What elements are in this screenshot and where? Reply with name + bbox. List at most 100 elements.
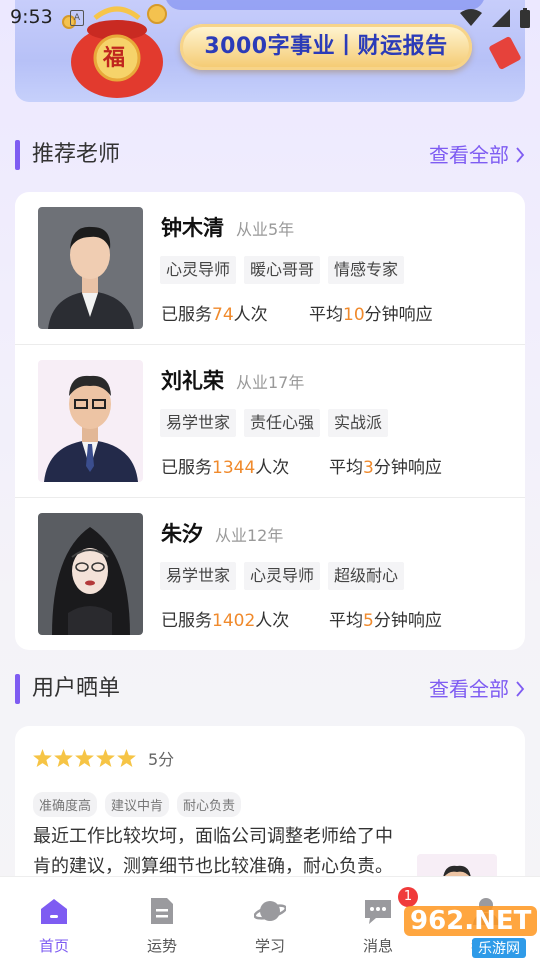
- view-all-label: 查看全部: [429, 677, 509, 701]
- teacher-row[interactable]: 朱汐 从业12年 易学世家 心灵导师 超级耐心 已服务1402人次 平均5分钟响应: [15, 498, 525, 651]
- review-tag: 耐心负责: [177, 792, 242, 817]
- resp-prefix: 平均: [329, 611, 363, 631]
- served-prefix: 已服务: [161, 458, 212, 478]
- nav-item-fortune[interactable]: 运势: [108, 877, 216, 961]
- teacher-stats: 已服务74人次 平均10分钟响应: [161, 300, 433, 325]
- served-stat: 已服务1344人次: [161, 453, 329, 478]
- status-time: 9:53: [10, 6, 53, 28]
- view-all-label: 查看全部: [429, 143, 509, 167]
- teacher-row[interactable]: 刘礼荣 从业17年 易学世家 责任心强 实战派 已服务1344人次 平均3分钟响应: [15, 345, 525, 498]
- teacher-name-text: 钟木清: [161, 216, 224, 240]
- battery-icon: [520, 8, 530, 28]
- teacher-tag: 责任心强: [244, 409, 321, 437]
- teacher-tag: 暖心哥哥: [244, 256, 321, 284]
- response-stat: 平均10分钟响应: [309, 300, 433, 325]
- section-accent-bar: [15, 674, 20, 704]
- teacher-years: 从业12年: [215, 526, 284, 545]
- teacher-name: 刘礼荣 从业17年: [161, 365, 304, 395]
- section-accent-bar: [15, 140, 20, 170]
- teacher-tag: 超级耐心: [328, 562, 405, 590]
- teacher-tag: 易学世家: [160, 562, 237, 590]
- nav-label: 学习: [254, 937, 285, 955]
- teacher-avatar: [38, 513, 143, 635]
- resp-value: 10: [343, 305, 365, 325]
- teacher-tag: 心灵导师: [244, 562, 321, 590]
- status-bar: 9:53 A: [0, 0, 540, 36]
- teacher-name-text: 刘礼荣: [161, 369, 224, 393]
- served-count: 74: [212, 305, 234, 325]
- chat-icon: [365, 900, 391, 924]
- resp-suffix: 分钟响应: [373, 458, 442, 478]
- served-suffix: 人次: [255, 458, 290, 478]
- signal-icon: [492, 9, 510, 27]
- teacher-tags: 心灵导师 暖心哥哥 情感专家: [160, 256, 405, 284]
- watermark-brand: 962.NET: [404, 906, 538, 936]
- resp-suffix: 分钟响应: [373, 611, 442, 631]
- response-stat: 平均5分钟响应: [329, 606, 442, 631]
- document-icon: [151, 898, 173, 924]
- teacher-name-text: 朱汐: [161, 522, 203, 546]
- chevron-right-icon: [516, 147, 525, 163]
- served-prefix: 已服务: [161, 611, 212, 631]
- star-icon: [96, 749, 115, 767]
- served-stat: 已服务1402人次: [161, 606, 329, 631]
- rating-stars: 5分: [33, 746, 174, 770]
- teachers-section-header: 推荐老师 查看全部: [15, 138, 525, 172]
- teacher-tags: 易学世家 心灵导师 超级耐心: [160, 562, 405, 590]
- teacher-avatar: [38, 207, 143, 329]
- reviews-section-title: 用户晒单: [32, 676, 121, 701]
- served-stat: 已服务74人次: [161, 300, 309, 325]
- red-envelope-icon: [488, 35, 522, 71]
- review-tag: 建议中肯: [105, 792, 170, 817]
- teacher-avatar: [38, 360, 143, 482]
- star-icon: [54, 749, 73, 767]
- status-icons: [460, 8, 530, 28]
- teacher-row[interactable]: 钟木清 从业5年 心灵导师 暖心哥哥 情感专家 已服务74人次 平均10分钟响应: [15, 192, 525, 345]
- served-count: 1344: [212, 458, 256, 478]
- teacher-years: 从业17年: [236, 373, 305, 392]
- site-watermark: 962.NET 乐游网: [400, 904, 538, 958]
- star-icon: [33, 749, 52, 767]
- teachers-view-all-link[interactable]: 查看全部: [429, 138, 525, 172]
- resp-prefix: 平均: [309, 305, 343, 325]
- review-tags: 准确度高 建议中肯 耐心负责: [33, 792, 242, 817]
- bag-character: 福: [103, 46, 126, 71]
- notification-icon: A: [70, 10, 84, 26]
- nav-label: 运势: [146, 937, 177, 955]
- served-suffix: 人次: [233, 305, 268, 325]
- teacher-name: 钟木清 从业5年: [161, 212, 294, 242]
- resp-value: 5: [363, 611, 374, 631]
- star-icon: [117, 749, 136, 767]
- teachers-section-title: 推荐老师: [32, 142, 121, 167]
- teacher-stats: 已服务1344人次 平均3分钟响应: [161, 453, 442, 478]
- teacher-tags: 易学世家 责任心强 实战派: [160, 409, 389, 437]
- reviews-view-all-link[interactable]: 查看全部: [429, 672, 525, 706]
- resp-suffix: 分钟响应: [364, 305, 433, 325]
- response-stat: 平均3分钟响应: [329, 453, 442, 478]
- star-icon: [75, 749, 94, 767]
- served-suffix: 人次: [255, 611, 290, 631]
- teacher-tag: 实战派: [328, 409, 389, 437]
- teachers-list: 钟木清从业5年 心灵导师 暖心哥哥 情感专家 已服务74人次 平均10分钟响应: [15, 192, 525, 650]
- teacher-tag: 情感专家: [328, 256, 405, 284]
- teacher-years: 从业5年: [236, 220, 295, 239]
- teacher-name: 朱汐 从业12年: [161, 518, 283, 548]
- chevron-right-icon: [516, 681, 525, 697]
- review-tag: 准确度高: [33, 792, 98, 817]
- planet-icon: [254, 901, 286, 921]
- wifi-icon: [460, 9, 482, 26]
- home-icon: [41, 899, 67, 924]
- teacher-tag: 易学世家: [160, 409, 237, 437]
- resp-prefix: 平均: [329, 458, 363, 478]
- nav-label: 首页: [38, 937, 69, 955]
- served-count: 1402: [212, 611, 256, 631]
- teacher-tag: 心灵导师: [160, 256, 237, 284]
- nav-item-home[interactable]: 首页: [0, 877, 108, 961]
- review-text: 最近工作比较坎坷，面临公司调整老师给了中肯的建议，测算细节也比较准确，耐心负责。: [33, 826, 393, 877]
- watermark-sub: 乐游网: [472, 938, 526, 958]
- nav-item-learn[interactable]: 学习: [216, 877, 324, 961]
- served-prefix: 已服务: [161, 305, 212, 325]
- reviews-section-header: 用户晒单 查看全部: [15, 672, 525, 706]
- teacher-stats: 已服务1402人次 平均5分钟响应: [161, 606, 442, 631]
- resp-value: 3: [363, 458, 374, 478]
